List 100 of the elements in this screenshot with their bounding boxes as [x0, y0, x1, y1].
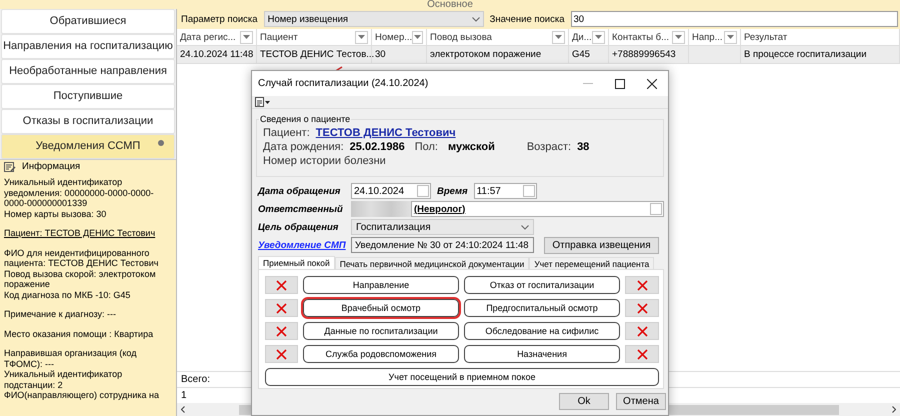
column-header[interactable]: Напр...	[689, 29, 741, 45]
sidebar-item[interactable]: Направления на госпитализацию	[1, 34, 175, 58]
send-notice-button[interactable]: Отправка извещения	[544, 236, 659, 254]
age-value: 38	[577, 140, 590, 154]
action-button[interactable]: Назначения	[464, 345, 620, 363]
maximize-icon	[615, 78, 625, 88]
history-number-label: Номер истории болезни	[263, 154, 386, 168]
search-param-dropdown[interactable]: Номер извещения	[264, 11, 484, 27]
delete-button[interactable]	[625, 276, 659, 294]
column-header[interactable]: Результат	[741, 29, 900, 45]
info-text: Примечание к диагнозу: ---	[4, 309, 117, 320]
responsible-field[interactable]: (Невролог)	[411, 201, 664, 217]
dialog-button[interactable]: Отмена	[616, 393, 666, 410]
table-cell: электротоком поражение	[427, 46, 569, 63]
patient-label: Пациент:	[263, 126, 310, 140]
delete-icon	[636, 348, 648, 360]
dropdown-caret-icon	[675, 35, 682, 39]
sidebar-item[interactable]: Обратившиеся	[1, 9, 175, 34]
column-header[interactable]: Дата регис...	[177, 29, 257, 45]
table-cell: В процессе госпитализации	[741, 46, 900, 63]
filter-button[interactable]	[724, 30, 737, 44]
delete-button[interactable]	[625, 299, 659, 317]
delete-button[interactable]	[265, 276, 298, 294]
birth-date: 25.02.1986	[350, 140, 405, 154]
filter-button[interactable]	[592, 30, 605, 44]
sidebar-item[interactable]: Уведомления ССМП	[1, 134, 175, 158]
column-header[interactable]: Повод вызова	[427, 29, 569, 45]
delete-icon	[276, 280, 287, 290]
delete-button[interactable]	[625, 345, 659, 363]
age-label: Возраст:	[526, 140, 572, 154]
scroll-right-icon[interactable]	[892, 406, 896, 413]
info-title: Информация	[22, 162, 80, 173]
filter-button[interactable]	[552, 30, 565, 44]
action-button[interactable]: Направление	[303, 276, 459, 294]
action-button[interactable]: Обследование на сифилис	[464, 322, 620, 340]
table-cell: ТЕСТОВ ДЕНИС Тестов...	[257, 46, 372, 63]
column-header[interactable]: Контакты б...	[609, 29, 689, 45]
tab[interactable]: Учет перемещений пациента	[529, 257, 654, 269]
filter-button[interactable]	[355, 30, 368, 44]
dropdown-caret-icon	[521, 224, 529, 230]
dropdown-caret-icon	[243, 35, 250, 39]
notice-field[interactable]: Уведомление № 30 от 24:10:2024 11:48	[351, 237, 534, 253]
birth-label: Дата рождения:	[263, 140, 344, 154]
delete-icon	[636, 326, 648, 336]
info-text: Направившая организация (код ТФОМС): ---	[4, 348, 138, 369]
table-cell: +78889996543	[609, 46, 689, 63]
sidebar-item[interactable]: Необработанные направления	[1, 59, 175, 84]
redacted-block	[351, 201, 411, 217]
column-header[interactable]: Номер...	[372, 29, 427, 45]
delete-button[interactable]	[265, 345, 298, 363]
tab[interactable]: Печать первичной медицинской документации	[334, 257, 530, 269]
document-menu-button[interactable]	[255, 96, 270, 108]
action-button[interactable]: Отказ от госпитализации	[464, 276, 620, 294]
dialog-button[interactable]: Ok	[559, 393, 609, 410]
info-text: ФИО(направляющего) сотрудника на	[4, 390, 160, 400]
time-label: Время	[437, 186, 468, 196]
search-param-label: Параметр поиска	[180, 14, 259, 24]
delete-icon	[276, 326, 287, 336]
delete-button[interactable]	[265, 322, 298, 340]
search-value-field[interactable]: 30	[570, 11, 898, 27]
dropdown-caret-icon	[414, 35, 422, 39]
delete-button[interactable]	[265, 299, 298, 317]
time-field[interactable]: 11:57	[474, 183, 537, 199]
total-value: 1	[181, 390, 187, 401]
close-icon	[647, 78, 657, 88]
table-row[interactable]: 24.10.2024 11:48 ТЕСТОВ ДЕНИС Тестов...30 электротоком поражение G45 +78889996543 В процессе госпитализации	[177, 46, 900, 64]
dropdown-caret-icon	[358, 35, 365, 39]
action-button[interactable]: Служба родовспоможения	[303, 345, 459, 363]
filter-button[interactable]	[672, 30, 685, 44]
date-field[interactable]: 24.10.2024	[351, 183, 431, 199]
note-icon	[4, 162, 16, 173]
filter-button[interactable]	[240, 30, 253, 44]
column-header[interactable]: Ди...	[569, 29, 609, 45]
info-text: ФИО для неидентифицированного пациента: ТЕСТОВ ДЕНИС Тестович	[4, 248, 160, 268]
search-value-label: Значение поиска	[488, 14, 566, 24]
info-text: Уникальный идентификатор уведомления: 00000000-0000-0000-0000-000000001339	[4, 177, 155, 208]
delete-icon	[276, 302, 287, 314]
sidebar-item[interactable]: Отказы в госпитализации	[1, 109, 175, 134]
sidebar-item[interactable]: Поступившие	[1, 84, 175, 108]
column-header[interactable]: Пациент	[257, 29, 372, 45]
delete-button[interactable]	[625, 322, 659, 340]
visits-button[interactable]: Учет посещений в приемном покое	[265, 368, 659, 386]
info-text: Уникальный идентификатор подстанции: 2	[4, 369, 124, 390]
action-button[interactable]: Предгоспитальный осмотр	[464, 299, 620, 317]
delete-icon	[636, 302, 648, 314]
table-cell: 24.10.2024 11:48	[177, 46, 257, 63]
dropdown-caret-icon	[555, 35, 562, 39]
purpose-dropdown[interactable]: Госпитализация	[351, 219, 534, 235]
top-bar-title: Основное	[427, 0, 473, 9]
sex-label: Пол:	[414, 140, 438, 154]
group-legend: Сведения о пациенте	[259, 112, 352, 126]
notice-link[interactable]: Уведомление СМП	[258, 240, 351, 250]
scroll-left-icon[interactable]	[181, 406, 185, 413]
action-button[interactable]: Данные по госпитализации	[303, 322, 459, 340]
dialog-title: Случай госпитализации (24.10.2024)	[258, 78, 428, 89]
tab[interactable]: Приемный покой	[258, 256, 335, 269]
sex-value: мужской	[448, 140, 495, 154]
action-button[interactable]: Врачебный осмотр	[303, 299, 459, 317]
patient-name-link[interactable]: ТЕСТОВ ДЕНИС Тестович	[316, 126, 456, 140]
filter-button[interactable]	[412, 30, 423, 44]
